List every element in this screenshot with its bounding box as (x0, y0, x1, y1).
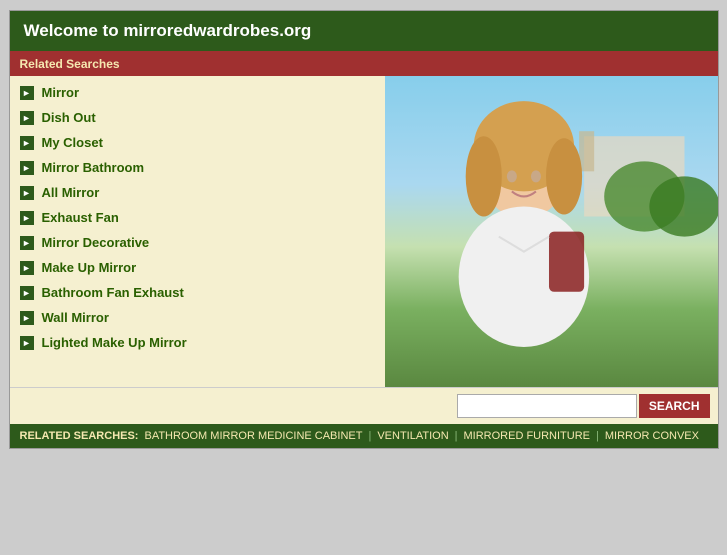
search-list: ► Mirror ► Dish Out ► My Closet ► Mirror Bathro… (10, 76, 385, 387)
list-item-link[interactable]: Bathroom Fan Exhaust (42, 285, 184, 300)
list-item[interactable]: ► Exhaust Fan (10, 205, 385, 230)
list-item-link[interactable]: All Mirror (42, 185, 100, 200)
list-item-link[interactable]: Mirror (42, 85, 80, 100)
list-item[interactable]: ► Dish Out (10, 105, 385, 130)
list-item[interactable]: ► All Mirror (10, 180, 385, 205)
list-item-link[interactable]: Lighted Make Up Mirror (42, 335, 187, 350)
footer-related-searches: RELATED SEARCHES: BATHROOM MIRROR MEDICI… (10, 424, 718, 448)
arrow-icon: ► (20, 286, 34, 300)
list-item[interactable]: ► Lighted Make Up Mirror (10, 330, 385, 355)
list-item-link[interactable]: Exhaust Fan (42, 210, 119, 225)
list-item[interactable]: ► Make Up Mirror (10, 255, 385, 280)
arrow-icon: ► (20, 86, 34, 100)
main-content: ► Mirror ► Dish Out ► My Closet ► Mirror Bathro… (10, 76, 718, 387)
list-item[interactable]: ► Bathroom Fan Exhaust (10, 280, 385, 305)
hero-photo (385, 76, 718, 387)
arrow-icon: ► (20, 186, 34, 200)
list-item-link[interactable]: Make Up Mirror (42, 260, 137, 275)
list-item-link[interactable]: Wall Mirror (42, 310, 109, 325)
list-item[interactable]: ► Mirror Decorative (10, 230, 385, 255)
list-item-link[interactable]: Mirror Bathroom (42, 160, 145, 175)
arrow-icon: ► (20, 236, 34, 250)
header: Welcome to mirroredwardrobes.org (10, 11, 718, 51)
search-button[interactable]: SEARCH (639, 394, 710, 418)
list-item[interactable]: ► Mirror (10, 80, 385, 105)
hero-image (385, 76, 718, 387)
list-item[interactable]: ► Mirror Bathroom (10, 155, 385, 180)
footer-related-link[interactable]: MIRROR CONVEX (605, 430, 699, 442)
footer-related-label: RELATED SEARCHES: (20, 430, 139, 442)
list-item-link[interactable]: My Closet (42, 135, 103, 150)
search-input[interactable] (457, 394, 637, 418)
footer-separator: | (455, 430, 458, 442)
footer-related-link[interactable]: MIRRORED FURNITURE (464, 430, 591, 442)
footer-separator: | (596, 430, 599, 442)
related-searches-bar: Related Searches (10, 51, 718, 76)
footer-related-link[interactable]: VENTILATION (377, 430, 448, 442)
list-item-link[interactable]: Mirror Decorative (42, 235, 150, 250)
site-title: Welcome to mirroredwardrobes.org (24, 21, 312, 40)
arrow-icon: ► (20, 261, 34, 275)
list-item-link[interactable]: Dish Out (42, 110, 96, 125)
arrow-icon: ► (20, 311, 34, 325)
footer-related-link[interactable]: BATHROOM MIRROR MEDICINE CABINET (144, 430, 362, 442)
footer-separator: | (368, 430, 371, 442)
list-item[interactable]: ► Wall Mirror (10, 305, 385, 330)
search-row: SEARCH (10, 387, 718, 424)
list-item[interactable]: ► My Closet (10, 130, 385, 155)
arrow-icon: ► (20, 111, 34, 125)
arrow-icon: ► (20, 211, 34, 225)
arrow-icon: ► (20, 161, 34, 175)
arrow-icon: ► (20, 336, 34, 350)
arrow-icon: ► (20, 136, 34, 150)
related-searches-label: Related Searches (20, 57, 120, 71)
